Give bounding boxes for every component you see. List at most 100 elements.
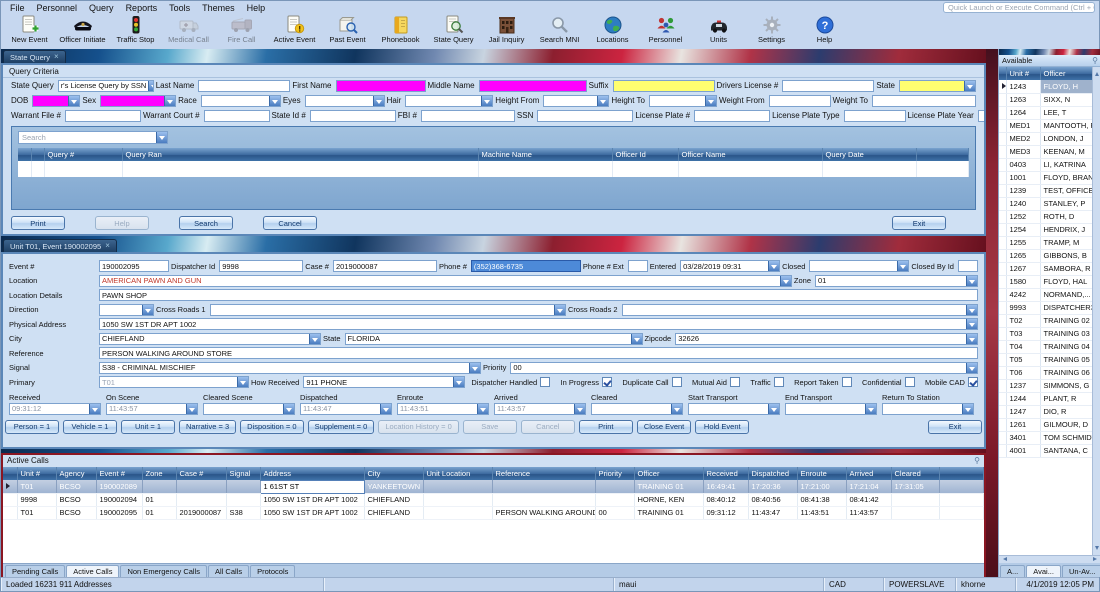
- chevron-down-icon[interactable]: [966, 363, 977, 373]
- chevron-down-icon[interactable]: [966, 334, 977, 344]
- tab-state-query[interactable]: State Query: [3, 50, 66, 63]
- chevron-down-icon[interactable]: [768, 404, 779, 414]
- menu-item-file[interactable]: File: [4, 3, 31, 13]
- available-unit-row[interactable]: 1243FLOYD, H: [999, 80, 1093, 93]
- duplicate-call-checkbox[interactable]: [672, 377, 682, 387]
- drivers-license-field[interactable]: [782, 80, 874, 92]
- cross-roads-1-field[interactable]: [210, 304, 566, 316]
- chevron-down-icon[interactable]: [469, 363, 480, 373]
- toolbar-search-mni[interactable]: Search MNI: [533, 14, 586, 44]
- weight-to-field[interactable]: [872, 95, 976, 107]
- warrant-court-field[interactable]: [204, 110, 270, 122]
- chevron-down-icon[interactable]: [186, 404, 197, 414]
- flag-report-taken[interactable]: Report Taken: [794, 377, 851, 387]
- column-header-reference[interactable]: Reference: [492, 467, 595, 480]
- chevron-down-icon[interactable]: [768, 261, 779, 271]
- dispatcher-handled-checkbox[interactable]: [540, 377, 550, 387]
- column-header-city[interactable]: City: [364, 467, 423, 480]
- cleared-scene-field[interactable]: [203, 403, 295, 415]
- available-unit-row[interactable]: T06TRAINING 06: [999, 366, 1093, 379]
- chevron-down-icon[interactable]: [554, 305, 565, 315]
- active-call-row[interactable]: 9998BCSO190002094011050 SW 1ST DR APT 10…: [3, 493, 984, 506]
- menu-item-reports[interactable]: Reports: [120, 3, 164, 13]
- tab-a[interactable]: A...: [1000, 565, 1025, 577]
- available-unit-row[interactable]: 1244PLANT, R: [999, 392, 1093, 405]
- closed-by-id-field[interactable]: [958, 260, 978, 272]
- closed-field[interactable]: [809, 260, 909, 272]
- chevron-down-icon[interactable]: [380, 404, 391, 414]
- column-header-priority[interactable]: Priority: [595, 467, 634, 480]
- in-progress-checkbox[interactable]: [602, 377, 612, 387]
- traffic-checkbox[interactable]: [774, 377, 784, 387]
- zipcode-field[interactable]: 32626: [675, 333, 978, 345]
- menu-item-personnel[interactable]: Personnel: [31, 3, 84, 13]
- chevron-down-icon[interactable]: [966, 305, 977, 315]
- fbi-field[interactable]: [421, 110, 515, 122]
- cell-address[interactable]: 1 61ST ST: [260, 480, 364, 493]
- column-header-officer[interactable]: Officer: [1040, 67, 1093, 80]
- middle-name-field[interactable]: [479, 80, 587, 92]
- tab-non-emergency-calls[interactable]: Non Emergency Calls: [120, 565, 207, 577]
- horizontal-scrollbar[interactable]: [999, 555, 1100, 563]
- warrant-file-field[interactable]: [65, 110, 141, 122]
- tab-protocols[interactable]: Protocols: [250, 565, 295, 577]
- hair-field[interactable]: [405, 95, 493, 107]
- toolbar-jail-inquiry[interactable]: Jail Inquiry: [480, 14, 533, 44]
- toolbar-personnel[interactable]: Personnel: [639, 14, 692, 44]
- column-header-address[interactable]: Address: [260, 467, 364, 480]
- dob-field[interactable]: [32, 95, 80, 107]
- column-header-machine-name[interactable]: Machine Name: [478, 148, 612, 161]
- vehicle-1-button[interactable]: Vehicle = 1: [63, 420, 117, 434]
- toolbar-new-event[interactable]: New Event: [3, 14, 56, 44]
- chevron-down-icon[interactable]: [89, 404, 100, 414]
- toolbar-past-event[interactable]: Past Event: [321, 14, 374, 44]
- toolbar-active-event[interactable]: Active Event: [268, 14, 321, 44]
- toolbar-settings[interactable]: Settings: [745, 14, 798, 44]
- pin-icon[interactable]: ⚲: [1092, 56, 1098, 65]
- available-unit-row[interactable]: 9993DISPATCHER3: [999, 301, 1093, 314]
- case-field[interactable]: 2019000087: [333, 260, 437, 272]
- close-icon[interactable]: [105, 242, 110, 250]
- state-field[interactable]: [899, 80, 976, 92]
- available-unit-row[interactable]: 0403LI, KATRINA: [999, 158, 1093, 171]
- menu-item-query[interactable]: Query: [83, 3, 120, 13]
- available-unit-row[interactable]: MED1MANTOOTH, R: [999, 119, 1093, 132]
- available-unit-row[interactable]: 1263SIXX, N: [999, 93, 1093, 106]
- height-to-field[interactable]: [649, 95, 717, 107]
- flag-duplicate-call[interactable]: Duplicate Call: [622, 377, 681, 387]
- signal-field[interactable]: S38 - CRIMINAL MISCHIEF: [99, 362, 481, 374]
- column-header-officer-id[interactable]: Officer Id: [612, 148, 678, 161]
- available-unit-row[interactable]: 1252ROTH, D: [999, 210, 1093, 223]
- sex-field[interactable]: [100, 95, 176, 107]
- chevron-down-icon[interactable]: [156, 132, 167, 143]
- chevron-down-icon[interactable]: [705, 96, 716, 106]
- menu-item-themes[interactable]: Themes: [196, 3, 241, 13]
- chevron-down-icon[interactable]: [780, 276, 791, 286]
- close-event-button[interactable]: Close Event: [637, 420, 691, 434]
- tab-all-calls[interactable]: All Calls: [208, 565, 249, 577]
- quick-launch-input[interactable]: Quick Launch or Execute Command (Ctrl + …: [943, 2, 1095, 13]
- available-unit-row[interactable]: MED3KEENAN, M: [999, 145, 1093, 158]
- supplement-0-button[interactable]: Supplement = 0: [308, 420, 375, 434]
- column-header-cleared[interactable]: Cleared: [891, 467, 939, 480]
- chevron-down-icon[interactable]: [631, 334, 642, 344]
- available-unit-row[interactable]: 1240STANLEY, P: [999, 197, 1093, 210]
- column-header-officer-name[interactable]: Officer Name: [678, 148, 822, 161]
- available-unit-row[interactable]: T02TRAINING 02: [999, 314, 1093, 327]
- column-header-enroute[interactable]: Enroute: [797, 467, 846, 480]
- available-unit-row[interactable]: 1255TRAMP, M: [999, 236, 1093, 249]
- chevron-down-icon[interactable]: [962, 404, 973, 414]
- phone-field[interactable]: (352)368-6735: [471, 260, 581, 272]
- column-header-unit-location[interactable]: Unit Location: [423, 467, 492, 480]
- column-header-signal[interactable]: Signal: [226, 467, 260, 480]
- chevron-down-icon[interactable]: [865, 404, 876, 414]
- chevron-down-icon[interactable]: [373, 96, 384, 106]
- active-call-row[interactable]: T01BCSO190002095012019000087S381050 SW 1…: [3, 506, 984, 519]
- available-unit-row[interactable]: MED2LONDON, J: [999, 132, 1093, 145]
- available-unit-row[interactable]: 4001SANTANA, C: [999, 444, 1093, 457]
- tab-pending-calls[interactable]: Pending Calls: [5, 565, 65, 577]
- available-unit-row[interactable]: 1247DIO, R: [999, 405, 1093, 418]
- license-plate-type-field[interactable]: [844, 110, 906, 122]
- flag-mutual-aid[interactable]: Mutual Aid: [692, 377, 740, 387]
- print-button[interactable]: Print: [579, 420, 633, 434]
